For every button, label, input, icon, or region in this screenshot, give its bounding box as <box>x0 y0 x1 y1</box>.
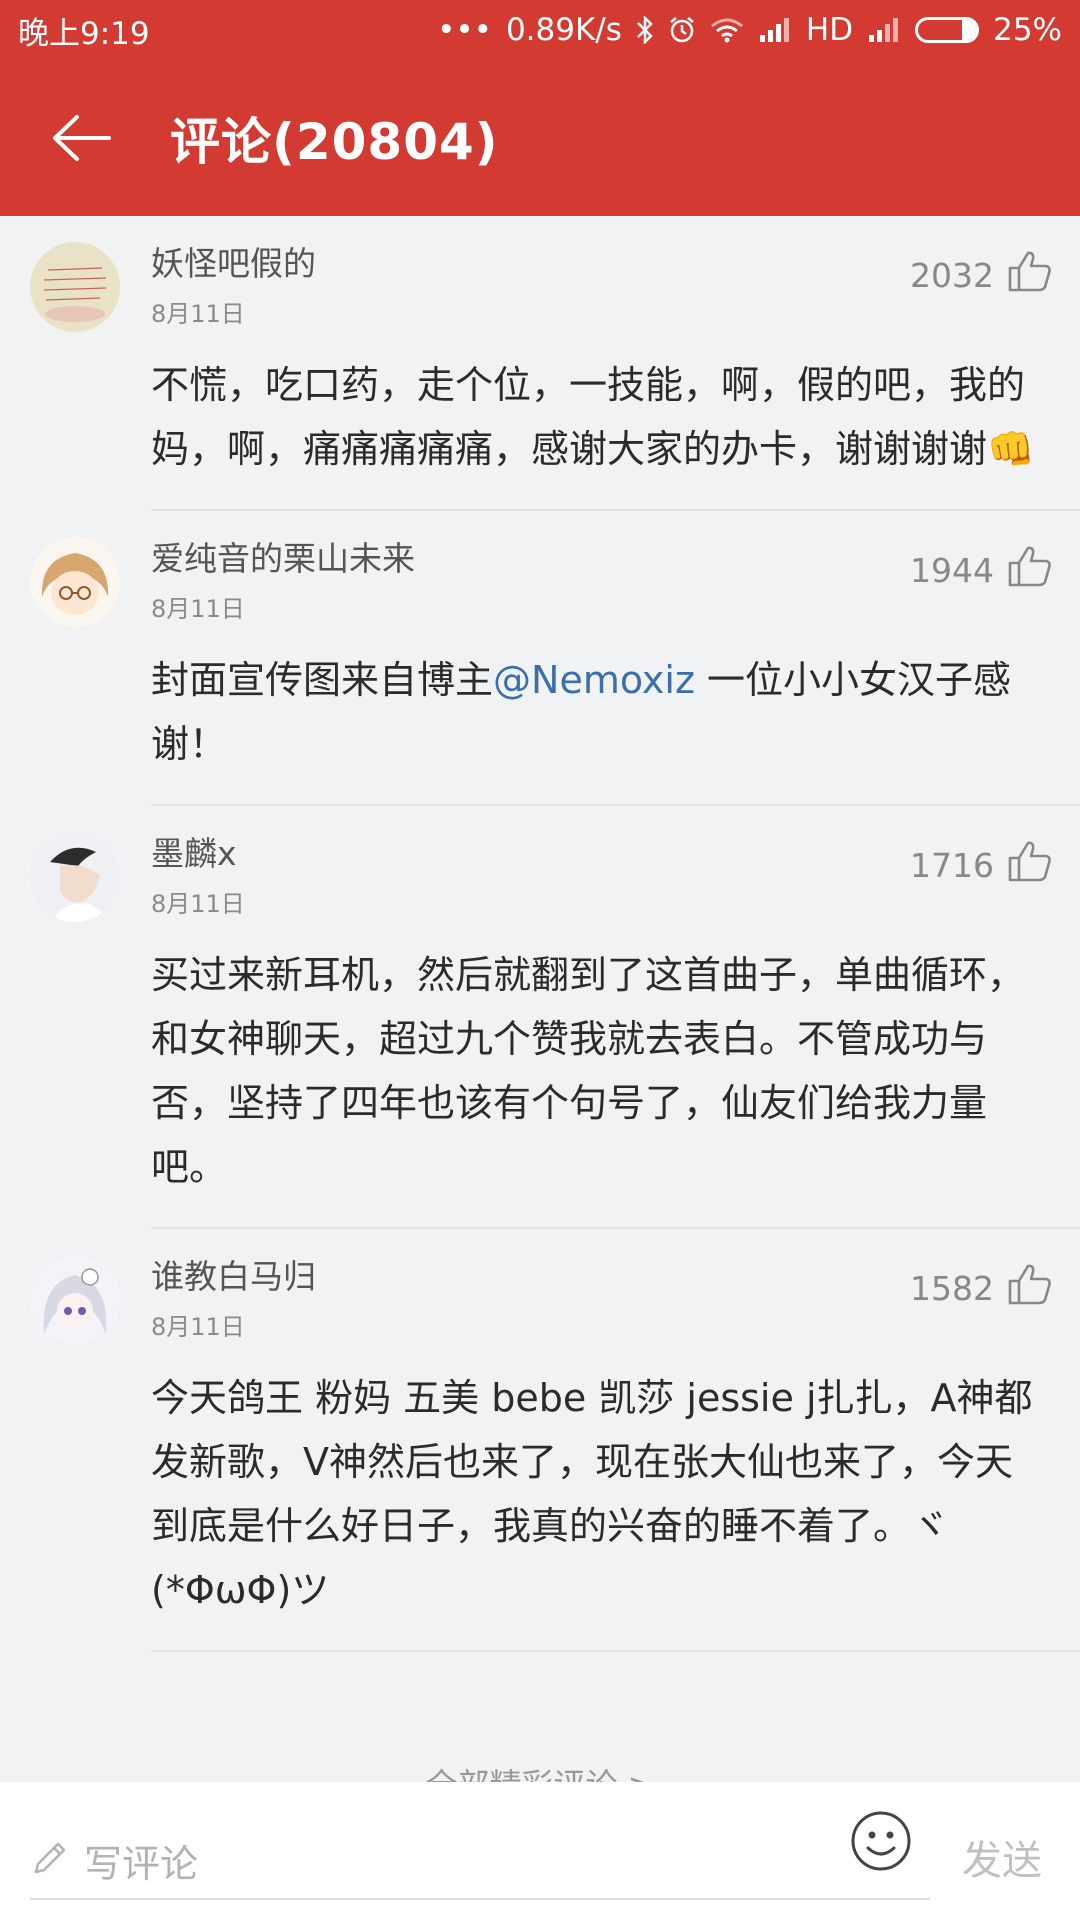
all-comments-link[interactable]: 全部精彩评论 > <box>0 1760 1080 1782</box>
comment-item: 妖怪吧假的 8月11日 2032 不慌，吃口药，走个位，一技能，啊，假的吧，我的… <box>0 216 1080 511</box>
avatar[interactable] <box>30 537 120 627</box>
status-dots: ••• <box>437 12 492 48</box>
comment-body: 不慌，吃口药，走个位，一技能，啊，假的吧，我的妈，啊，痛痛痛痛痛，感谢大家的办卡… <box>151 363 1026 471</box>
comment-text: 买过来新耳机，然后就翻到了这首曲子，单曲循环，和女神聊天，超过九个赞我就去表白。… <box>151 953 1026 1189</box>
status-time: 晚上9:19 <box>18 15 150 52</box>
bluetooth-icon <box>636 16 654 44</box>
smiley-icon[interactable] <box>850 1810 912 1872</box>
send-button[interactable]: 发送 <box>962 1828 1042 1886</box>
fist-emoji: 👊 <box>987 427 1035 471</box>
comment-list: 妖怪吧假的 8月11日 2032 不慌，吃口药，走个位，一技能，啊，假的吧，我的… <box>0 216 1080 1652</box>
comment-input[interactable]: 写评论 <box>30 1822 930 1900</box>
like-count: 1582 <box>910 1268 994 1308</box>
thumbs-up-icon <box>1008 250 1052 300</box>
comment-item: 墨麟x 8月11日 1716 买过来新耳机，然后就翻到了这首曲子，单曲循环，和女… <box>0 806 1080 1229</box>
signal-icon <box>758 17 792 43</box>
divider <box>151 1650 1080 1652</box>
alarm-icon <box>668 16 696 44</box>
thumbs-up-icon <box>1008 840 1052 890</box>
like-button[interactable]: 1944 <box>910 545 1052 595</box>
page-title: 评论(20804) <box>170 113 499 171</box>
comment-text: 封面宣传图来自博主@Nemoxiz 一位小小女汉子感谢！ <box>151 648 1044 776</box>
avatar[interactable] <box>30 832 120 922</box>
signal-icon-2 <box>867 17 901 43</box>
avatar[interactable] <box>30 242 120 332</box>
like-button[interactable]: 2032 <box>910 250 1052 300</box>
like-button[interactable]: 1582 <box>910 1263 1052 1313</box>
like-count: 2032 <box>910 255 994 295</box>
hd-indicator: HD <box>805 12 854 48</box>
pencil-icon <box>30 1838 70 1882</box>
mention-link[interactable]: @Nemoxiz <box>493 658 695 702</box>
like-button[interactable]: 1716 <box>910 840 1052 890</box>
comment-text: 不慌，吃口药，走个位，一技能，啊，假的吧，我的妈，啊，痛痛痛痛痛，感谢大家的办卡… <box>151 353 1044 481</box>
network-speed: 0.89K/s <box>505 12 622 48</box>
comment-placeholder: 写评论 <box>84 1841 199 1886</box>
like-count: 1944 <box>910 550 994 590</box>
avatar[interactable] <box>30 1255 120 1345</box>
status-icons: ••• 0.89K/s HD 25% <box>437 12 1062 48</box>
wifi-icon <box>710 17 744 43</box>
back-arrow-icon[interactable] <box>42 98 122 178</box>
thumbs-up-icon <box>1008 1263 1052 1313</box>
battery-percent: 25% <box>993 12 1062 48</box>
comment-item: 谁教白马归 8月11日 1582 今天鸽王 粉妈 五美 bebe 凯莎 jess… <box>0 1229 1080 1652</box>
status-bar: 晚上9:19 ••• 0.89K/s HD 25% <box>0 0 1080 60</box>
thumbs-up-icon <box>1008 545 1052 595</box>
comment-composer: 写评论 发送 <box>0 1782 1080 1920</box>
like-count: 1716 <box>910 845 994 885</box>
comment-text: 今天鸽王 粉妈 五美 bebe 凯莎 jessie j扎扎，A神都发新歌，V神然… <box>151 1376 1033 1612</box>
comment-body: 封面宣传图来自博主 <box>151 658 494 702</box>
battery-icon <box>915 17 980 43</box>
comment-item: 爱纯音的栗山未来 8月11日 1944 封面宣传图来自博主@Nemoxiz 一位… <box>0 511 1080 806</box>
app-bar: 评论(20804) <box>0 60 1080 216</box>
